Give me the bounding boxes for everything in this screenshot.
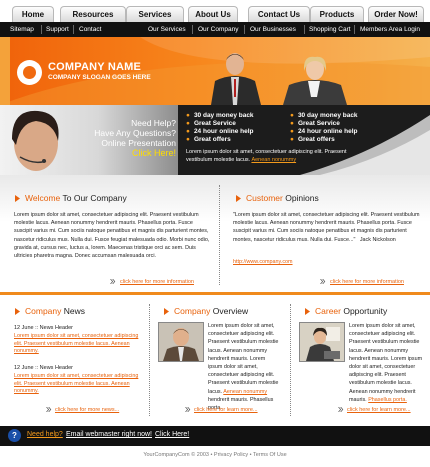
opinions-quote: "Lorem ipsum dolor sit amet, consectetue… xyxy=(233,212,420,243)
link-members-login[interactable]: Members Area Login xyxy=(360,22,420,37)
arrow-right-icon xyxy=(236,195,241,202)
double-arrow-icon xyxy=(110,279,116,284)
double-arrow-icon xyxy=(46,407,52,412)
feature-item: ● Great offers xyxy=(290,136,335,143)
banner-description-link[interactable]: Aenean nonummy xyxy=(251,157,296,163)
double-arrow-icon xyxy=(185,407,191,412)
feature-item: ● Great offers xyxy=(186,136,231,143)
news-date: 12 June :: News Header xyxy=(14,365,74,371)
career-inline-link[interactable]: Phasellus porta. xyxy=(368,397,407,403)
overview-title: Company Overview xyxy=(174,306,249,316)
arrow-right-icon xyxy=(164,308,169,315)
feature-item: ● Great Service xyxy=(186,120,236,127)
section-divider-bar xyxy=(0,292,430,295)
banner-click-here-link[interactable]: Click Here! xyxy=(66,148,176,158)
divider xyxy=(290,304,291,416)
arrow-right-icon xyxy=(15,308,20,315)
company-logo-icon xyxy=(17,60,42,85)
help-line-2: Have Any Questions? xyxy=(94,128,176,138)
career-more-link[interactable]: click here for learn more... xyxy=(347,407,411,413)
welcome-more-link[interactable]: click here for more information xyxy=(120,279,194,285)
businessman-image xyxy=(211,53,261,105)
hero-accent-strip xyxy=(0,37,10,105)
help-line-1: Need Help? xyxy=(131,118,176,128)
feature-item: ● 30 day money back xyxy=(290,112,358,119)
news-title: Company News xyxy=(25,306,86,316)
double-arrow-icon xyxy=(338,407,344,412)
divider xyxy=(304,25,305,34)
link-our-company[interactable]: Our Company xyxy=(198,22,238,37)
divider xyxy=(73,25,74,34)
link-contact[interactable]: Contact xyxy=(79,22,101,37)
arrow-right-icon xyxy=(15,195,20,202)
footer-help-bar xyxy=(0,426,430,446)
link-our-services[interactable]: Our Services xyxy=(148,22,186,37)
news-item-link[interactable]: Lorem ipsum dolor sit amet, consectetuer… xyxy=(14,333,142,356)
feature-item: ● 24 hour online help xyxy=(290,128,358,135)
overview-photo xyxy=(158,322,204,362)
tab-services[interactable]: Services xyxy=(126,6,184,22)
divider xyxy=(354,25,355,34)
news-item-link[interactable]: Lorem ipsum dolor sit amet, consectetuer… xyxy=(14,373,142,396)
businessman-portrait-image xyxy=(159,323,203,361)
divider xyxy=(219,185,220,285)
divider xyxy=(192,25,193,34)
link-our-businesses[interactable]: Our Businesses xyxy=(250,22,296,37)
banner-description: Lorem ipsum dolor sit amet, consectetuer… xyxy=(186,149,347,163)
link-support[interactable]: Support xyxy=(46,22,69,37)
feature-item: ● 24 hour online help xyxy=(186,128,254,135)
tab-order-now[interactable]: Order Now! xyxy=(368,6,424,22)
feature-item: ● 30 day money back xyxy=(186,112,254,119)
company-slogan: COMPANY SLOGAN GOES HERE xyxy=(48,74,151,81)
office-worker-image xyxy=(300,323,344,361)
secondary-nav-bar: Sitemap Support Contact Our Services Our… xyxy=(0,22,430,37)
help-question-icon: ? xyxy=(8,429,21,442)
tab-products[interactable]: Products xyxy=(310,6,364,22)
footer-email-link[interactable]: Email webmaster right now! xyxy=(66,431,152,438)
opinions-url-wrap: http://www.company.com xyxy=(233,258,293,266)
opinions-more-link[interactable]: click here for more information xyxy=(330,279,404,285)
tab-contact-us[interactable]: Contact Us xyxy=(248,6,310,22)
news-more-link[interactable]: click here for more news... xyxy=(55,407,119,413)
feature-item: ● Great Service xyxy=(290,120,340,127)
tab-about-us[interactable]: About Us xyxy=(188,6,238,22)
top-navigation: Home Resources Services About Us Contact… xyxy=(0,0,430,22)
link-sitemap[interactable]: Sitemap xyxy=(10,22,34,37)
opinions-title: Customer Opinions xyxy=(246,193,319,203)
overview-inline-link[interactable]: Aenean nonummy xyxy=(223,389,267,395)
opinions-url-link[interactable]: http://www.company.com xyxy=(233,259,293,265)
arrow-right-icon xyxy=(305,308,310,315)
divider xyxy=(244,25,245,34)
company-name: COMPANY NAME xyxy=(48,61,142,73)
career-photo xyxy=(299,322,345,362)
support-agent-panel: Need Help? Have Any Questions? Online Pr… xyxy=(0,105,178,175)
news-date: 12 June :: News Header xyxy=(14,325,74,331)
tab-resources[interactable]: Resources xyxy=(60,6,126,22)
career-title: Career Opportunity xyxy=(315,306,388,316)
copyright-text: YourCompanyCom © 2003 • Privacy Policy •… xyxy=(143,452,287,458)
tab-home[interactable]: Home xyxy=(12,6,54,22)
businesswoman-image xyxy=(283,56,347,105)
help-line-3: Online Presentation xyxy=(101,138,176,148)
double-arrow-icon xyxy=(320,279,326,284)
opinions-author: Jack Nickolson xyxy=(359,236,396,243)
link-shopping-cart[interactable]: Shopping Cart xyxy=(309,22,351,37)
divider xyxy=(41,25,42,34)
footer-click-here-link[interactable]: Click Here! xyxy=(155,431,189,438)
footer-need-help-link[interactable]: Need help? xyxy=(27,431,63,438)
welcome-title: Welcome To Our Company xyxy=(25,193,127,203)
overview-text-top: Lorem ipsum dolor sit amet, consectetuer… xyxy=(208,323,279,412)
divider xyxy=(149,304,150,416)
overview-more-link[interactable]: click here for learn more... xyxy=(194,407,258,413)
welcome-text: Lorem ipsum dolor sit amet, consectetuer… xyxy=(14,212,210,260)
career-text: Lorem ipsum dolor sit amet, consectetuer… xyxy=(349,323,423,403)
